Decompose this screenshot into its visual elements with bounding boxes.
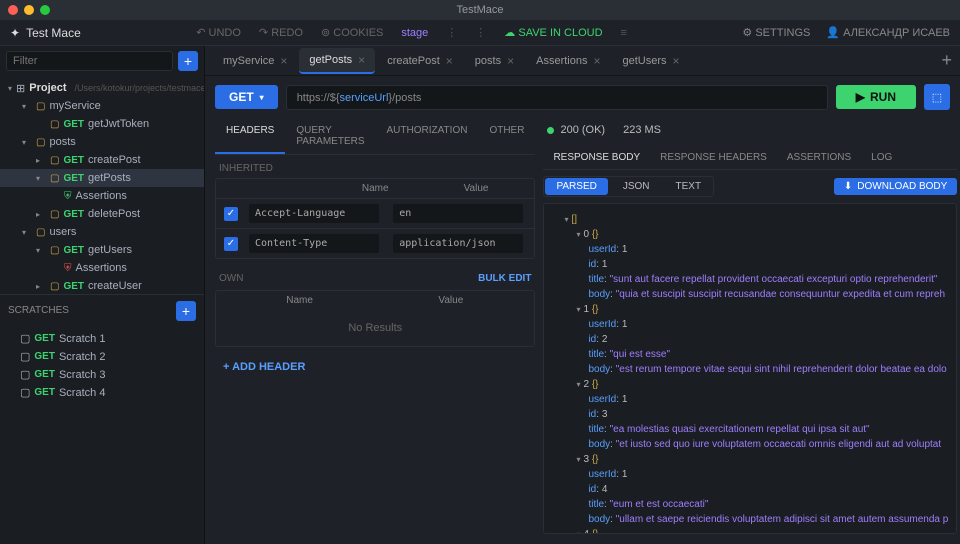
view-parsed[interactable]: PARSED	[545, 178, 607, 195]
header-checkbox[interactable]: ✓	[224, 237, 238, 251]
tree-item-users[interactable]: ▾▢ users	[0, 223, 204, 241]
user-menu[interactable]: 👤 АЛЕКСАНДР ИСАЕВ	[826, 26, 950, 39]
tab-getPosts[interactable]: getPosts×	[299, 48, 375, 74]
window-title: TestMace	[456, 4, 503, 16]
close-window[interactable]	[8, 5, 18, 15]
scratches-list: ▢ GET Scratch 1▢ GET Scratch 2▢ GET Scra…	[0, 327, 204, 544]
tab-createPost[interactable]: createPost×	[377, 49, 463, 73]
tabs-bar: myService×getPosts×createPost×posts×Asse…	[205, 46, 960, 76]
tree-item-Assertions[interactable]: ⛨ Assertions	[0, 259, 204, 277]
header-row: ✓Accept-Languageen	[216, 198, 534, 228]
tree-item-deletePost[interactable]: ▸▢ GET deletePost	[0, 205, 204, 223]
close-icon[interactable]: ×	[673, 54, 680, 68]
scratches-header: SCRATCHES +	[0, 294, 204, 327]
scratch-Scratch 4[interactable]: ▢ GET Scratch 4	[0, 384, 204, 402]
response-tabs: RESPONSE BODYRESPONSE HEADERSASSERTIONSL…	[543, 146, 957, 170]
scratch-Scratch 2[interactable]: ▢ GET Scratch 2	[0, 348, 204, 366]
tab-Assertions[interactable]: Assertions×	[526, 49, 610, 73]
brand-icon: ✦	[10, 26, 20, 40]
tab-posts[interactable]: posts×	[465, 49, 524, 73]
subtab-query parameters[interactable]: QUERY PARAMETERS	[285, 118, 375, 154]
close-icon[interactable]: ×	[593, 54, 600, 68]
add-header-button[interactable]: + ADD HEADER	[215, 355, 535, 379]
resp-tab-response-headers[interactable]: RESPONSE HEADERS	[650, 146, 777, 169]
maximize-window[interactable]	[40, 5, 50, 15]
titlebar: TestMace	[0, 0, 960, 20]
env-selector[interactable]: stage	[401, 27, 428, 39]
run-button[interactable]: ▶ RUN	[836, 85, 916, 109]
response-status: 200 (OK)	[547, 124, 605, 136]
settings-button[interactable]: ⚙ SETTINGS	[742, 26, 810, 39]
close-icon[interactable]: ×	[446, 54, 453, 68]
tree-item-getUsers[interactable]: ▾▢ GET getUsers	[0, 241, 204, 259]
resp-tab-assertions[interactable]: ASSERTIONS	[777, 146, 861, 169]
response-time: 223 MS	[623, 124, 661, 136]
http-method-dropdown[interactable]: GET▾	[215, 85, 278, 109]
filter-input[interactable]	[6, 51, 173, 71]
tree-item-getJwtToken[interactable]: ▢ GET getJwtToken	[0, 115, 204, 133]
download-body-button[interactable]: ⬇ DOWNLOAD BODY	[834, 178, 957, 195]
resp-tab-response-body[interactable]: RESPONSE BODY	[543, 146, 650, 169]
tree-item-createPost[interactable]: ▸▢ GET createPost	[0, 151, 204, 169]
cookies-button[interactable]: ⊚ COOKIES	[321, 26, 383, 39]
json-viewer[interactable]: ▾[]▾0 {}userId: 1id: 1title: "sunt aut f…	[543, 203, 957, 534]
col-name: Name	[325, 183, 426, 194]
tab-getUsers[interactable]: getUsers×	[612, 49, 689, 73]
scratch-Scratch 3[interactable]: ▢ GET Scratch 3	[0, 366, 204, 384]
subtab-other[interactable]: OTHER	[478, 118, 535, 154]
add-scratch-button[interactable]: +	[176, 301, 196, 321]
request-panel: HEADERSQUERY PARAMETERSAUTHORIZATIONOTHE…	[215, 118, 535, 534]
header-checkbox[interactable]: ✓	[224, 207, 238, 221]
view-text[interactable]: TEXT	[665, 178, 713, 195]
undo-button[interactable]: ↶ UNDO	[196, 26, 241, 39]
inherited-headers-table: Name Value ✓Accept-Languageen✓Content-Ty…	[215, 178, 535, 259]
tree-item-posts[interactable]: ▾▢ posts	[0, 133, 204, 151]
project-tree: ▾⊞ Project/Users/kotokur/projects/testma…	[0, 76, 204, 294]
no-results: No Results	[216, 310, 534, 346]
subtab-authorization[interactable]: AUTHORIZATION	[376, 118, 479, 154]
redo-button[interactable]: ↷ REDO	[259, 26, 303, 39]
subtab-headers[interactable]: HEADERS	[215, 118, 285, 154]
bulk-edit-button[interactable]: BULK EDIT	[478, 273, 531, 284]
content-area: myService×getPosts×createPost×posts×Asse…	[205, 46, 960, 544]
own-headers-table: Name Value No Results	[215, 290, 535, 347]
project-root[interactable]: ▾⊞ Project/Users/kotokur/projects/testma…	[0, 79, 204, 97]
col-value: Value	[426, 183, 527, 194]
tree-item-myService[interactable]: ▾▢ myService	[0, 97, 204, 115]
header-row: ✓Content-Typeapplication/json	[216, 228, 534, 258]
save-cloud-button[interactable]: ☁ SAVE IN CLOUD	[504, 26, 602, 39]
add-item-button[interactable]: +	[178, 51, 198, 71]
view-json[interactable]: JSON	[612, 178, 661, 195]
close-icon[interactable]: ×	[358, 53, 365, 67]
minimize-window[interactable]	[24, 5, 34, 15]
tree-item-Assertions[interactable]: ⛨ Assertions	[0, 187, 204, 205]
save-request-button[interactable]: ⬚	[924, 84, 950, 110]
brand: ✦ Test Mace	[10, 26, 81, 40]
scratch-Scratch 1[interactable]: ▢ GET Scratch 1	[0, 330, 204, 348]
inherited-label: INHERITED	[215, 155, 535, 178]
url-input[interactable]: https://${serviceUrl}/posts	[286, 85, 828, 110]
tree-item-createUser[interactable]: ▸▢ GET createUser	[0, 277, 204, 294]
tree-item-getPosts[interactable]: ▾▢ GET getPosts	[0, 169, 204, 187]
request-bar: GET▾ https://${serviceUrl}/posts ▶ RUN ⬚	[205, 76, 960, 118]
request-subtabs: HEADERSQUERY PARAMETERSAUTHORIZATIONOTHE…	[215, 118, 535, 155]
sidebar: + ▾⊞ Project/Users/kotokur/projects/test…	[0, 46, 205, 544]
close-icon[interactable]: ×	[507, 54, 514, 68]
topbar: ✦ Test Mace ↶ UNDO ↷ REDO ⊚ COOKIES stag…	[0, 20, 960, 46]
add-tab-button[interactable]: +	[941, 50, 952, 71]
close-icon[interactable]: ×	[280, 54, 287, 68]
own-label: OWN	[219, 273, 243, 284]
response-panel: 200 (OK) 223 MS RESPONSE BODYRESPONSE HE…	[543, 118, 957, 534]
tab-myService[interactable]: myService×	[213, 49, 297, 73]
brand-label: Test Mace	[26, 26, 81, 40]
resp-tab-log[interactable]: LOG	[861, 146, 902, 169]
